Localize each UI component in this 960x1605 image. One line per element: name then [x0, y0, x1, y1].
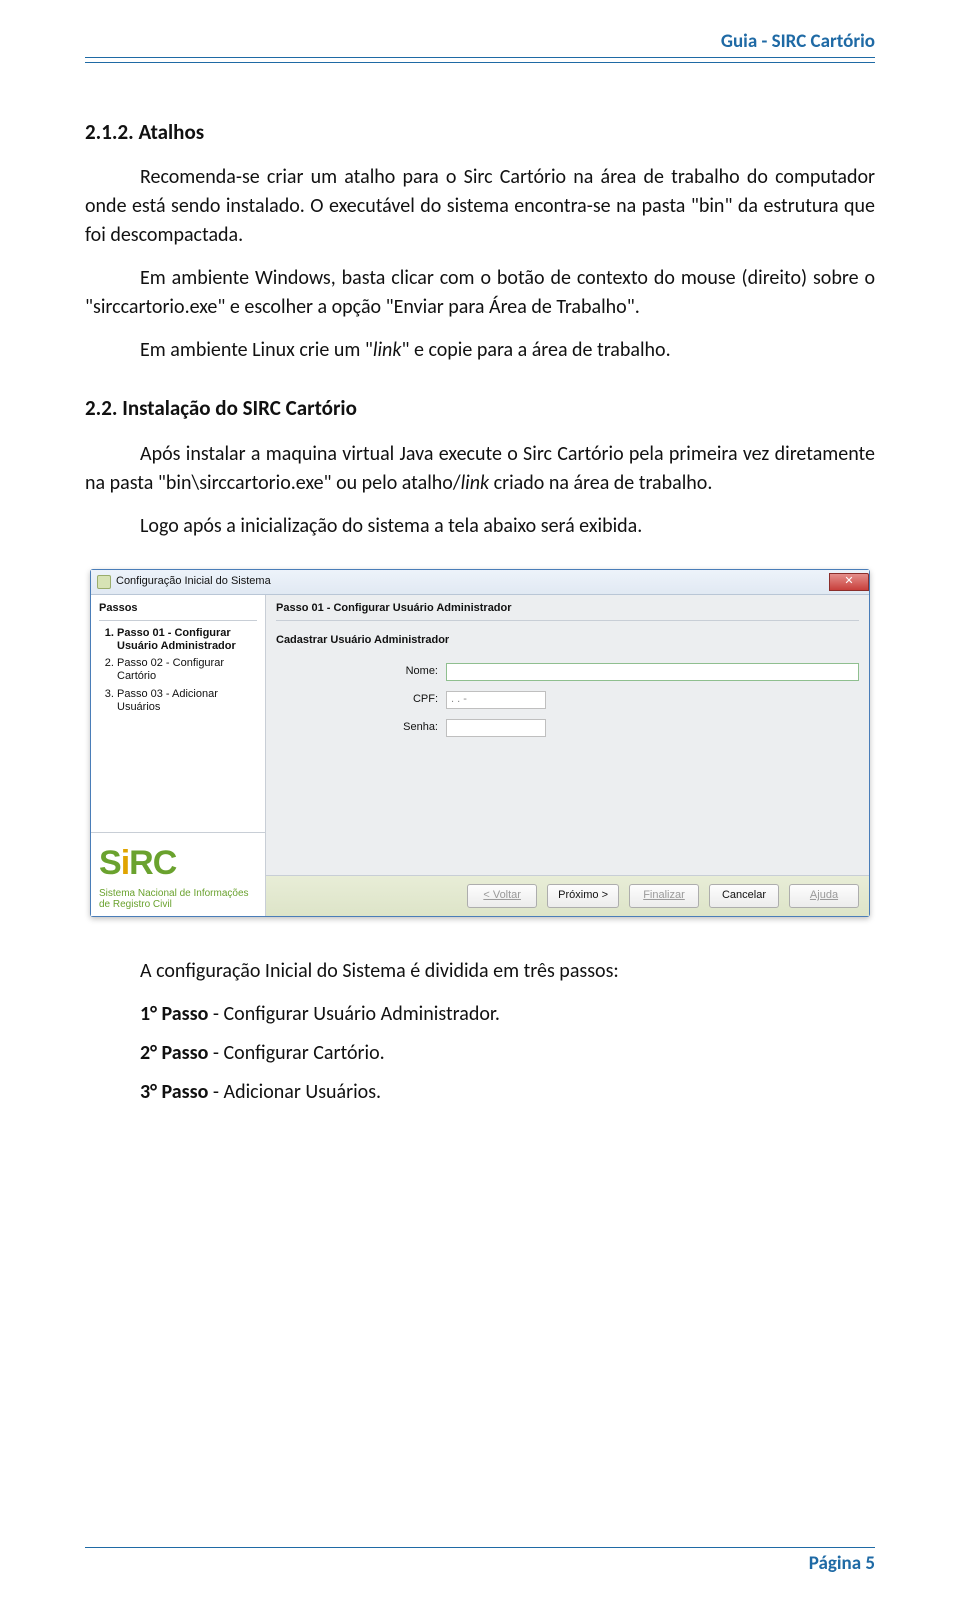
para-212-1: Recomenda-se criar um atalho para o Sirc… — [85, 163, 875, 250]
document-body: 2.1.2. Atalhos Recomenda-se criar um ata… — [0, 69, 960, 1107]
step3-b: 3° Passo — [140, 1080, 208, 1104]
step1-b: 1° Passo — [140, 1002, 208, 1026]
para-22-1: Após instalar a maquina virtual Java exe… — [85, 440, 875, 498]
logo-dot-icon: i — [121, 844, 129, 882]
window-titlebar: Configuração Inicial do Sistema ✕ — [91, 570, 869, 595]
form-spacer — [276, 747, 859, 822]
step-line-2: 2° Passo - Configurar Cartório. — [140, 1039, 875, 1068]
step-line-1: 1° Passo - Configurar Usuário Administra… — [140, 1000, 875, 1029]
form-subtitle: Cadastrar Usuário Administrador — [276, 633, 859, 649]
page-header: Guia - SIRC Cartório — [0, 0, 960, 69]
steps-list: Passo 01 - Configurar Usuário Administra… — [99, 627, 257, 714]
window-icon — [97, 575, 111, 589]
step-item-2[interactable]: Passo 02 - Configurar Cartório — [117, 657, 257, 683]
step3-t: - Adicionar Usuários. — [208, 1080, 381, 1104]
next-button[interactable]: Próximo > — [547, 884, 619, 908]
step1-t: - Configurar Usuário Administrador. — [208, 1002, 500, 1026]
page-number: Página 5 — [809, 1552, 875, 1575]
sirc-logo: SiRC — [99, 839, 257, 888]
para-212-3-em: link — [373, 338, 402, 362]
para-212-3: Em ambiente Linux crie um "link" e copie… — [85, 336, 875, 365]
label-cpf: CPF: — [276, 692, 446, 708]
input-cpf[interactable]: . . - — [446, 691, 546, 709]
para-post: A configuração Inicial do Sistema é divi… — [85, 957, 875, 986]
bottom-strip: SiRC Sistema Nacional de Informações de … — [91, 832, 869, 916]
label-senha: Senha: — [276, 720, 446, 736]
label-nome: Nome: — [276, 664, 446, 680]
window-title-left: Configuração Inicial do Sistema — [97, 574, 271, 590]
window-title-text: Configuração Inicial do Sistema — [116, 574, 271, 590]
button-area: < Voltar Próximo > Finalizar Cancelar Aj… — [266, 832, 869, 916]
cpf-mask: . . - — [451, 693, 467, 705]
para-22-1-em: link — [461, 471, 490, 495]
logo-tagline-1: Sistema Nacional de Informações — [99, 888, 257, 899]
close-button[interactable]: ✕ — [829, 573, 869, 591]
logo-area: SiRC Sistema Nacional de Informações de … — [91, 832, 266, 916]
steps-header: Passos — [99, 601, 257, 621]
input-senha[interactable] — [446, 719, 546, 737]
help-button[interactable]: Ajuda — [789, 884, 859, 908]
form-panel: Passo 01 - Configurar Usuário Administra… — [266, 595, 869, 832]
step2-t: - Configurar Cartório. — [208, 1041, 384, 1065]
steps-sidebar: Passos Passo 01 - Configurar Usuário Adm… — [91, 595, 266, 832]
header-title: Guia - SIRC Cartório — [721, 30, 875, 53]
para-212-3-suffix: " e copie para a área de trabalho. — [401, 338, 670, 362]
back-button[interactable]: < Voltar — [467, 884, 537, 908]
row-nome: Nome: — [276, 663, 859, 681]
logo-text: SiRC — [99, 839, 176, 888]
page-footer: Página 5 — [85, 1547, 875, 1575]
para-22-1-suffix: criado na área de trabalho. — [489, 471, 712, 495]
row-senha: Senha: — [276, 719, 859, 737]
cancel-button[interactable]: Cancelar — [709, 884, 779, 908]
step-item-3[interactable]: Passo 03 - Adicionar Usuários — [117, 688, 257, 714]
embedded-screenshot: Configuração Inicial do Sistema ✕ Passos… — [85, 569, 875, 917]
button-bar: < Voltar Próximo > Finalizar Cancelar Aj… — [266, 875, 869, 916]
window-body: Passos Passo 01 - Configurar Usuário Adm… — [91, 595, 869, 832]
para-22-2: Logo após a inicialização do sistema a t… — [85, 512, 875, 541]
dialog-window: Configuração Inicial do Sistema ✕ Passos… — [90, 569, 870, 917]
para-212-3-prefix: Em ambiente Linux crie um " — [140, 338, 373, 362]
heading-212: 2.1.2. Atalhos — [85, 117, 875, 147]
logo-tagline-2: de Registro Civil — [99, 899, 257, 910]
step-line-3: 3° Passo - Adicionar Usuários. — [140, 1078, 875, 1107]
input-nome[interactable] — [446, 663, 859, 681]
step2-b: 2° Passo — [140, 1041, 208, 1065]
finish-button[interactable]: Finalizar — [629, 884, 699, 908]
close-icon: ✕ — [844, 574, 853, 590]
para-212-2: Em ambiente Windows, basta clicar com o … — [85, 264, 875, 322]
heading-22: 2.2. Instalação do SIRC Cartório — [85, 393, 875, 423]
row-cpf: CPF: . . - — [276, 691, 859, 709]
form-title: Passo 01 - Configurar Usuário Administra… — [276, 601, 859, 621]
step-item-1[interactable]: Passo 01 - Configurar Usuário Administra… — [117, 627, 257, 653]
